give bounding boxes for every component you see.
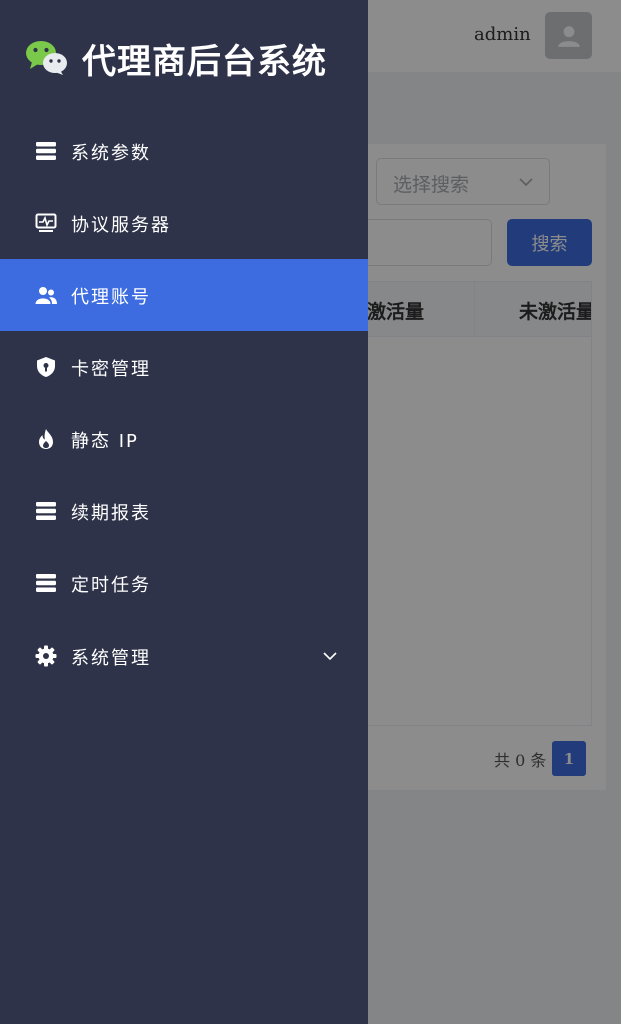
sidebar: 代理商后台系统 系统参数 协议服务器 代理账号 卡密管理 静态 IP 续期报表 … — [0, 0, 368, 1024]
sidebar-item-protocol-servers[interactable]: 协议服务器 — [0, 187, 368, 259]
sidebar-item-system-management[interactable]: 系统管理 — [0, 620, 368, 692]
list-icon — [35, 571, 57, 595]
list-icon — [35, 139, 57, 163]
sidebar-item-label: 系统参数 — [71, 143, 151, 164]
sidebar-item-label: 定时任务 — [71, 575, 151, 596]
sidebar-item-label: 卡密管理 — [71, 359, 151, 380]
monitor-pulse-icon — [35, 211, 57, 235]
sidebar-item-label: 代理账号 — [71, 287, 151, 308]
users-icon — [35, 283, 57, 307]
sidebar-item-agent-accounts[interactable]: 代理账号 — [0, 259, 368, 331]
gear-icon — [35, 644, 57, 668]
shield-icon — [35, 355, 57, 379]
sidebar-item-label: 静态 IP — [71, 431, 139, 452]
sidebar-item-scheduled-tasks[interactable]: 定时任务 — [0, 547, 368, 619]
sidebar-item-renewal-report[interactable]: 续期报表 — [0, 475, 368, 547]
sidebar-item-label: 系统管理 — [71, 648, 151, 669]
sidebar-item-system-params[interactable]: 系统参数 — [0, 115, 368, 187]
chevron-down-icon — [323, 652, 337, 661]
app-title: 代理商后台系统 — [82, 42, 327, 82]
list-icon — [35, 499, 57, 523]
fire-icon — [35, 427, 57, 451]
sidebar-item-static-ip[interactable]: 静态 IP — [0, 403, 368, 475]
wechat-icon — [26, 41, 67, 75]
sidebar-item-label: 协议服务器 — [71, 215, 171, 236]
sidebar-item-card-management[interactable]: 卡密管理 — [0, 331, 368, 403]
sidebar-item-label: 续期报表 — [71, 503, 151, 524]
